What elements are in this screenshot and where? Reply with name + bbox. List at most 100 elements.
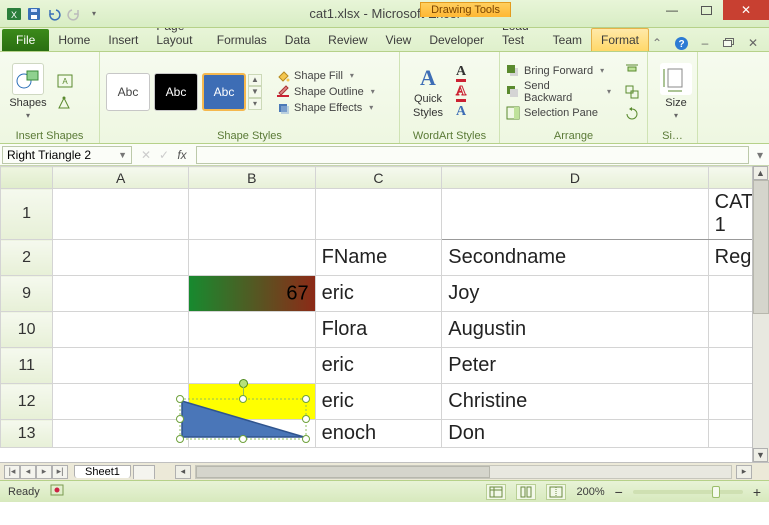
- enter-icon[interactable]: ✓: [156, 148, 172, 162]
- first-sheet-button[interactable]: |◂: [4, 465, 20, 479]
- text-fill-icon[interactable]: A: [456, 64, 466, 80]
- macro-record-icon[interactable]: [50, 483, 64, 500]
- textbox-icon[interactable]: A: [56, 72, 74, 90]
- tab-format[interactable]: Format: [591, 28, 649, 51]
- zoom-level[interactable]: 200%: [576, 486, 604, 498]
- cell-a9[interactable]: [53, 276, 189, 312]
- cell-a1[interactable]: [53, 189, 189, 240]
- close-button[interactable]: ✕: [723, 0, 769, 20]
- shape-fill-button[interactable]: Shape Fill▾: [276, 69, 375, 83]
- maximize-button[interactable]: [689, 0, 723, 20]
- tab-home[interactable]: Home: [49, 29, 99, 51]
- tab-insert[interactable]: Insert: [99, 29, 147, 51]
- cell-d1[interactable]: [442, 189, 708, 240]
- zoom-out-button[interactable]: −: [615, 484, 623, 500]
- col-header-b[interactable]: B: [188, 167, 315, 189]
- cell-b1[interactable]: [188, 189, 315, 240]
- cell-b13[interactable]: [188, 420, 315, 448]
- scroll-right-button[interactable]: ▸: [736, 465, 752, 479]
- row-header-13[interactable]: 13: [1, 420, 53, 448]
- selection-pane-button[interactable]: Selection Pane: [506, 106, 611, 120]
- align-icon[interactable]: [623, 61, 641, 79]
- vertical-scroll-thumb[interactable]: [753, 180, 769, 314]
- cell-c2[interactable]: FName: [315, 240, 442, 276]
- tab-team[interactable]: Team: [544, 29, 591, 51]
- scroll-left-button[interactable]: ◂: [175, 465, 191, 479]
- row-header-10[interactable]: 10: [1, 312, 53, 348]
- edit-shape-icon[interactable]: [56, 94, 74, 112]
- row-header-2[interactable]: 2: [1, 240, 53, 276]
- fx-icon[interactable]: fx: [174, 148, 190, 162]
- horizontal-scroll-thumb[interactable]: [196, 466, 490, 478]
- workbook-close-icon[interactable]: ✕: [745, 35, 761, 51]
- shape-outline-button[interactable]: Shape Outline▾: [276, 85, 375, 99]
- tab-view[interactable]: View: [377, 29, 421, 51]
- select-all-corner[interactable]: [1, 167, 53, 189]
- cell-c1[interactable]: [315, 189, 442, 240]
- zoom-slider[interactable]: [633, 490, 743, 494]
- tab-file[interactable]: File: [2, 29, 49, 51]
- col-header-d[interactable]: D: [442, 167, 708, 189]
- tab-data[interactable]: Data: [276, 29, 319, 51]
- qat-dropdown-icon[interactable]: ▾: [86, 6, 102, 22]
- cell-a11[interactable]: [53, 348, 189, 384]
- row-header-1[interactable]: 1: [1, 189, 53, 240]
- tab-review[interactable]: Review: [319, 29, 376, 51]
- cell-b9[interactable]: 67: [188, 276, 315, 312]
- cell-c9[interactable]: eric: [315, 276, 442, 312]
- redo-icon[interactable]: [66, 6, 82, 22]
- cell-d2[interactable]: Secondname: [442, 240, 708, 276]
- expand-formula-bar-icon[interactable]: ▾: [751, 148, 769, 162]
- page-break-view-button[interactable]: [546, 484, 566, 500]
- row-header-9[interactable]: 9: [1, 276, 53, 312]
- workbook-minimize-icon[interactable]: –: [697, 35, 713, 51]
- cell-d10[interactable]: Augustin: [442, 312, 708, 348]
- cell-c13[interactable]: enoch: [315, 420, 442, 448]
- zoom-slider-knob[interactable]: [712, 486, 720, 498]
- new-sheet-button[interactable]: [133, 465, 155, 479]
- cancel-icon[interactable]: ✕: [138, 148, 154, 162]
- zoom-in-button[interactable]: +: [753, 484, 761, 500]
- scroll-up-button[interactable]: ▲: [753, 166, 768, 180]
- shape-mini-gallery[interactable]: A: [56, 72, 74, 112]
- gallery-down-icon[interactable]: ▼: [248, 86, 262, 98]
- bring-forward-button[interactable]: Bring Forward▾: [506, 64, 611, 78]
- save-icon[interactable]: [26, 6, 42, 22]
- cell-b2[interactable]: [188, 240, 315, 276]
- cell-a10[interactable]: [53, 312, 189, 348]
- cell-a13[interactable]: [53, 420, 189, 448]
- cell-c12[interactable]: eric: [315, 384, 442, 420]
- cell-b10[interactable]: [188, 312, 315, 348]
- normal-view-button[interactable]: [486, 484, 506, 500]
- cell-c11[interactable]: eric: [315, 348, 442, 384]
- last-sheet-button[interactable]: ▸|: [52, 465, 68, 479]
- rotate-icon[interactable]: [623, 105, 641, 123]
- cell-c10[interactable]: Flora: [315, 312, 442, 348]
- cell-d12[interactable]: Christine: [442, 384, 708, 420]
- cell-a2[interactable]: [53, 240, 189, 276]
- formula-input[interactable]: [196, 146, 749, 164]
- group-icon[interactable]: [623, 83, 641, 101]
- minimize-button[interactable]: —: [655, 0, 689, 20]
- scroll-down-button[interactable]: ▼: [753, 448, 768, 462]
- minimize-ribbon-icon[interactable]: ⌃: [649, 35, 665, 51]
- gallery-up-icon[interactable]: ▲: [248, 74, 262, 86]
- style-swatch-3[interactable]: Abc: [202, 73, 246, 111]
- size-button[interactable]: Size ▾: [654, 63, 698, 120]
- cell-d13[interactable]: Don: [442, 420, 708, 448]
- cell-b12[interactable]: [188, 384, 315, 420]
- col-header-c[interactable]: C: [315, 167, 442, 189]
- next-sheet-button[interactable]: ▸: [36, 465, 52, 479]
- shapes-button[interactable]: Shapes ▾: [6, 63, 50, 120]
- quick-styles-button[interactable]: A Quick Styles: [406, 65, 450, 119]
- vertical-scrollbar[interactable]: ▲ ▼: [752, 166, 769, 462]
- row-header-11[interactable]: 11: [1, 348, 53, 384]
- prev-sheet-button[interactable]: ◂: [20, 465, 36, 479]
- shape-style-gallery[interactable]: Abc Abc Abc ▲ ▼ ▾: [106, 73, 262, 111]
- tab-developer[interactable]: Developer: [420, 29, 493, 51]
- horizontal-scrollbar[interactable]: [195, 465, 732, 479]
- style-swatch-2[interactable]: Abc: [154, 73, 198, 111]
- help-icon[interactable]: ?: [673, 35, 689, 51]
- shape-effects-button[interactable]: Shape Effects▾: [276, 101, 375, 115]
- workbook-restore-icon[interactable]: [721, 35, 737, 51]
